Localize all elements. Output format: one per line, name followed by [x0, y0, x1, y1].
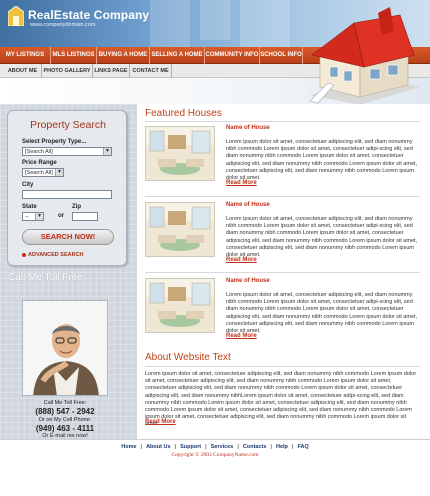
nav-my-listings[interactable]: MY LISTINGS [0, 47, 51, 64]
toll-free-label: Call Me Toll Free: [43, 400, 87, 406]
price-range-value: [Search All] [25, 170, 53, 176]
footer-divider [0, 439, 430, 440]
cell-number[interactable]: (949) 463 - 4111 [0, 424, 130, 433]
cell-label: Or on My Cell Phone: [38, 417, 92, 423]
nav-selling-a-home[interactable]: SELLING A HOME [150, 47, 205, 64]
nav-mls-listings[interactable]: MLS LISTINGS [51, 47, 97, 64]
footer-separator: | [237, 444, 239, 450]
house-illustration [309, 7, 420, 105]
sidebar: Property Search Select Property Type... … [0, 104, 137, 439]
search-now-button[interactable]: SEARCH NOW! [22, 229, 114, 245]
city-label: City [22, 182, 34, 188]
city-input[interactable] [22, 190, 112, 199]
logo-house-icon[interactable] [8, 6, 24, 26]
site-title[interactable]: RealEstate Company [28, 8, 149, 22]
about-website-text: Lorem ipsum dolor sit amet, consectetuer… [145, 371, 417, 428]
house-name[interactable]: Name of House [226, 202, 270, 208]
house-name[interactable]: Name of House [226, 125, 270, 131]
footer-separator: | [291, 444, 294, 450]
footer-link-contacts[interactable]: Contacts [243, 444, 267, 450]
house-thumbnail[interactable] [145, 126, 215, 181]
divider [145, 196, 420, 197]
footer-separator: | [140, 444, 143, 450]
footer-link-help[interactable]: Help [276, 444, 288, 450]
property-type-label: Select Property Type... [22, 139, 87, 145]
house-description: Lorem ipsum dolor sit amet, consectetuer… [226, 216, 418, 259]
featured-houses-title: Featured Houses [145, 108, 222, 119]
chevron-down-icon[interactable]: ▼ [103, 148, 111, 155]
divider [145, 121, 420, 122]
state-value: -- [25, 214, 29, 220]
banner-building-graphic [240, 0, 290, 47]
chevron-down-icon[interactable]: ▼ [55, 169, 63, 176]
banner-building-graphic [150, 0, 190, 47]
agent-photo [22, 300, 108, 396]
subnav-contact-me[interactable]: CONTACT ME [130, 64, 172, 78]
banner-building-graphic [200, 0, 230, 40]
footer-separator: | [174, 444, 177, 450]
footer-separator: | [270, 444, 272, 450]
chevron-down-icon[interactable]: ▼ [35, 213, 43, 220]
bullet-icon [22, 253, 26, 257]
or-label: or [58, 213, 64, 219]
subnav-links-page[interactable]: LINKS PAGE [93, 64, 130, 78]
footer-link-support[interactable]: Support [180, 444, 201, 450]
footer-link-about-us[interactable]: About Us [146, 444, 170, 450]
footer-nav: Home | About Us | Support | Services | Contacts |… [0, 444, 430, 450]
divider [145, 272, 420, 273]
property-search-title: Property Search [30, 119, 106, 131]
house-description: Lorem ipsum dolor sit amet, consectetuer… [226, 139, 418, 182]
property-type-select[interactable]: [Search All] ▼ [22, 147, 112, 156]
price-range-select[interactable]: [Search All] ▼ [22, 168, 64, 177]
advanced-search-link[interactable]: ADVANCED SEARCH [28, 252, 84, 258]
about-website-title: About Website Text [145, 352, 231, 363]
footer-separator: | [205, 444, 207, 450]
copyright-text: Copyright © 2003 CompanyName.com [171, 452, 259, 458]
house-thumbnail[interactable] [145, 202, 215, 257]
divider [145, 366, 420, 367]
footer-link-services[interactable]: Services [211, 444, 234, 450]
price-range-label: Price Range [22, 160, 57, 166]
house-description: Lorem ipsum dolor sit amet, consectetuer… [226, 292, 418, 335]
read-more-link[interactable]: Read More [226, 257, 257, 263]
property-type-value: [Search All] [25, 149, 53, 155]
main-content: Featured Houses Name of House Lorem ipsu… [137, 104, 430, 439]
zip-input[interactable] [72, 212, 98, 221]
toll-free-number[interactable]: (888) 547 - 2942 [0, 407, 130, 416]
zip-label: Zip [72, 204, 81, 210]
read-more-link[interactable]: Read More [145, 419, 176, 425]
read-more-link[interactable]: Read More [226, 333, 257, 339]
nav-community-info[interactable]: COMMUNITY INFO [205, 47, 260, 64]
nav-buying-a-home[interactable]: BUYING A HOME [97, 47, 150, 64]
subnav-about-me[interactable]: ABOUT ME [4, 64, 42, 78]
call-me-title: Call Me Toll Free [8, 272, 83, 283]
state-select[interactable]: -- ▼ [22, 212, 44, 221]
subnav-photo-gallery[interactable]: PHOTO GALLERY [42, 64, 93, 78]
house-name[interactable]: Name of House [226, 278, 270, 284]
read-more-link[interactable]: Read More [226, 180, 257, 186]
property-search-panel: Property Search Select Property Type... … [7, 110, 127, 266]
state-label: State [22, 204, 37, 210]
site-subtitle: www.companydomain.com [30, 22, 96, 28]
house-thumbnail[interactable] [145, 278, 215, 333]
footer-link-faq[interactable]: FAQ [297, 444, 308, 450]
footer-link-home[interactable]: Home [121, 444, 136, 450]
